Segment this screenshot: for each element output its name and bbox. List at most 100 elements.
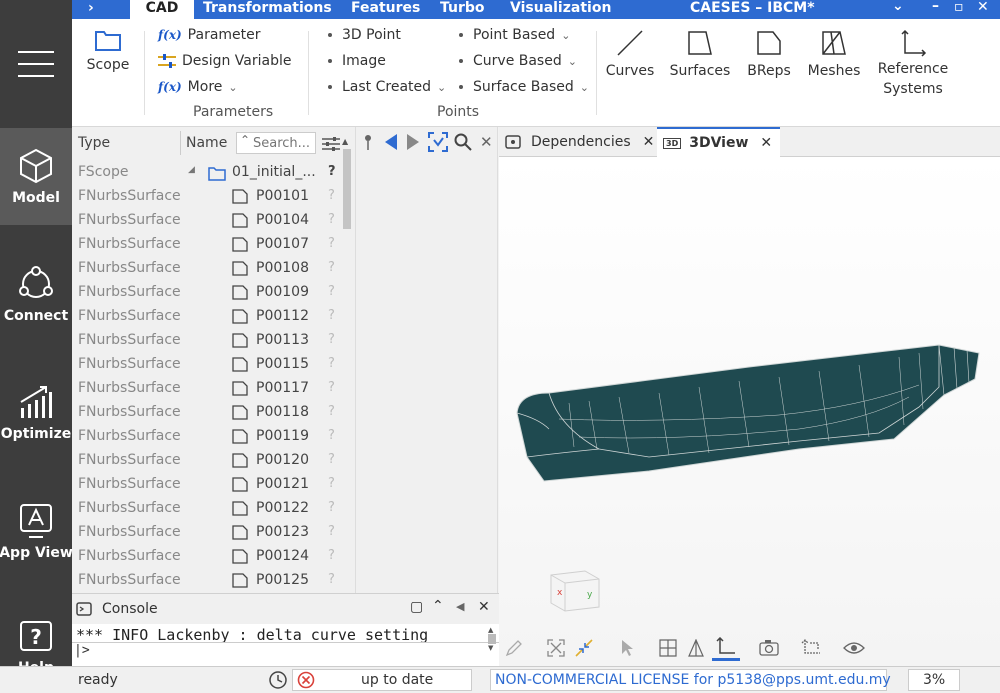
shrink-view-icon[interactable] — [575, 639, 593, 657]
tab-transformations[interactable]: Transformations — [203, 0, 332, 19]
pen-icon[interactable] — [505, 639, 523, 657]
chevron-down-icon[interactable]: ⌄ — [892, 0, 904, 14]
sort-up-icon[interactable]: ⌃ — [240, 133, 250, 147]
nav-optimize[interactable]: Optimize — [0, 368, 72, 458]
tree-row[interactable]: FNurbsSurface P00109? — [72, 281, 342, 305]
tab-dependencies[interactable]: Dependencies ✕ — [505, 127, 660, 157]
breps-label: BReps — [747, 63, 791, 79]
parameter-button[interactable]: f(x) Parameter — [158, 27, 261, 43]
tree-scrollbar[interactable]: ▲ ▼ — [342, 137, 352, 601]
tree-row[interactable]: FNurbsSurface P00112? — [72, 305, 342, 329]
close-icon[interactable]: ✕ — [480, 133, 493, 151]
close-window-icon[interactable]: ✕ — [977, 0, 989, 15]
ribbon: Scope f(x) Parameter Design Variable f(x)… — [72, 19, 1000, 127]
pin-icon[interactable] — [362, 133, 374, 151]
image-button[interactable]: Image — [328, 53, 386, 69]
search-box[interactable]: ⌃ — [236, 132, 316, 154]
meshes-button[interactable]: Meshes — [804, 29, 864, 81]
last-created-button[interactable]: Last Created ⌄ — [328, 79, 446, 95]
tree-row[interactable]: FNurbsSurface P00115? — [72, 353, 342, 377]
camera-icon[interactable] — [759, 639, 779, 657]
column-name-header[interactable]: Name — [186, 135, 227, 151]
console-input[interactable]: |> — [72, 642, 499, 666]
tab-3dview[interactable]: 3D 3DView ✕ — [657, 127, 781, 157]
tree-row[interactable]: FNurbsSurface P00122? — [72, 497, 342, 521]
history-icon[interactable] — [268, 670, 288, 690]
cursor-icon[interactable] — [619, 639, 635, 657]
tree-row[interactable]: FNurbsSurface P00124? — [72, 545, 342, 569]
scrollbar-thumb[interactable] — [488, 634, 496, 644]
nav-connect[interactable]: Connect — [0, 250, 72, 340]
breps-button[interactable]: BReps — [744, 29, 794, 81]
curve-icon — [617, 30, 643, 56]
tree-row[interactable]: FNurbsSurface P00123? — [72, 521, 342, 545]
section-icon[interactable] — [687, 639, 705, 657]
close-console-icon[interactable]: ✕ — [478, 599, 490, 615]
measure-icon[interactable] — [801, 639, 821, 657]
eye-icon[interactable] — [843, 640, 865, 656]
forward-arrow-icon[interactable] — [406, 134, 420, 150]
collapse-left-icon[interactable]: ◀ — [456, 600, 464, 613]
tree-row[interactable]: FNurbsSurface P00121? — [72, 473, 342, 497]
stop-icon[interactable] — [297, 671, 315, 689]
scroll-down-arrow-icon[interactable]: ▼ — [488, 644, 498, 652]
close-tab-icon[interactable]: ✕ — [760, 135, 772, 151]
console-scrollbar[interactable]: ▲ ▼ — [488, 626, 498, 666]
update-state-box[interactable]: up to date — [292, 669, 472, 691]
tab-features[interactable]: Features — [351, 0, 420, 19]
reference-systems-button[interactable]: Reference Systems — [874, 29, 952, 99]
design-variable-button[interactable]: Design Variable — [158, 53, 291, 69]
tree-row[interactable]: FNurbsSurface P00104? — [72, 209, 342, 233]
scroll-up-arrow-icon[interactable]: ▲ — [488, 626, 498, 634]
collapse-up-icon[interactable]: ⌃ — [432, 598, 444, 614]
wireframe-box-icon[interactable] — [659, 639, 677, 657]
surface-based-button[interactable]: Surface Based ⌄ — [459, 79, 589, 95]
tree-row[interactable]: FNurbsSurface P00108? — [72, 257, 342, 281]
tree-row-type: FNurbsSurface — [78, 404, 181, 420]
tree-row[interactable]: FNurbsSurface P00117? — [72, 377, 342, 401]
close-tab-icon[interactable]: ✕ — [643, 134, 655, 150]
tree-row[interactable]: FNurbsSurface P00101? — [72, 185, 342, 209]
more-button[interactable]: f(x) More ⌄ — [158, 79, 238, 95]
fit-view-icon[interactable] — [547, 639, 565, 657]
tab-visualization[interactable]: Visualization — [510, 0, 611, 19]
orientation-cube[interactable]: x y — [545, 565, 605, 615]
axes-toggle-button[interactable] — [712, 633, 740, 661]
expand-arrow-icon[interactable]: ◢ — [188, 165, 195, 175]
tree-row[interactable]: FNurbsSurface P00125? — [72, 569, 342, 593]
3d-viewport[interactable]: x y — [499, 157, 1000, 666]
back-arrow-icon[interactable] — [384, 134, 398, 150]
minimize-icon[interactable]: – — [932, 0, 939, 14]
menu-button[interactable] — [0, 0, 72, 128]
filter-settings-icon[interactable] — [322, 136, 340, 152]
scroll-up-arrow-icon[interactable]: ▲ — [342, 137, 348, 146]
scope-button[interactable]: Scope — [84, 29, 132, 75]
surfaces-button[interactable]: Surfaces — [666, 29, 734, 81]
focus-select-icon[interactable] — [428, 132, 448, 152]
restore-icon[interactable]: ▫ — [954, 0, 964, 15]
tree-row-name: P00117 — [256, 380, 309, 396]
tree-row[interactable]: FNurbsSurface P00119? — [72, 425, 342, 449]
tree-row[interactable]: FNurbsSurface P00113? — [72, 329, 342, 353]
curves-button[interactable]: Curves — [604, 29, 656, 81]
search-input[interactable] — [253, 134, 315, 152]
point-based-button[interactable]: Point Based ⌄ — [459, 27, 570, 43]
tree-row[interactable]: FNurbsSurface P00118? — [72, 401, 342, 425]
tab-turbo[interactable]: Turbo — [440, 0, 485, 19]
maximize-icon[interactable]: ▢ — [410, 599, 423, 615]
scrollbar-thumb[interactable] — [343, 149, 351, 229]
header-divider — [180, 131, 181, 155]
search-icon[interactable] — [454, 133, 472, 151]
curve-based-button[interactable]: Curve Based ⌄ — [459, 53, 577, 69]
back-chevron-icon[interactable]: › — [88, 0, 94, 16]
tree-row[interactable]: FNurbsSurface P00107? — [72, 233, 342, 257]
tab-cad[interactable]: CAD — [130, 0, 194, 19]
tree-row-root[interactable]: FScope ◢ 01_initial_... ? — [72, 161, 342, 185]
tree-row[interactable]: FNurbsSurface P00120? — [72, 449, 342, 473]
progress-box: 3% — [908, 669, 960, 691]
nav-model[interactable]: Model — [0, 128, 72, 225]
column-type-header[interactable]: Type — [78, 135, 110, 151]
status-text: ready — [78, 672, 118, 688]
point-3d-button[interactable]: 3D Point — [328, 27, 401, 43]
nav-app-view[interactable]: App View — [0, 487, 73, 577]
